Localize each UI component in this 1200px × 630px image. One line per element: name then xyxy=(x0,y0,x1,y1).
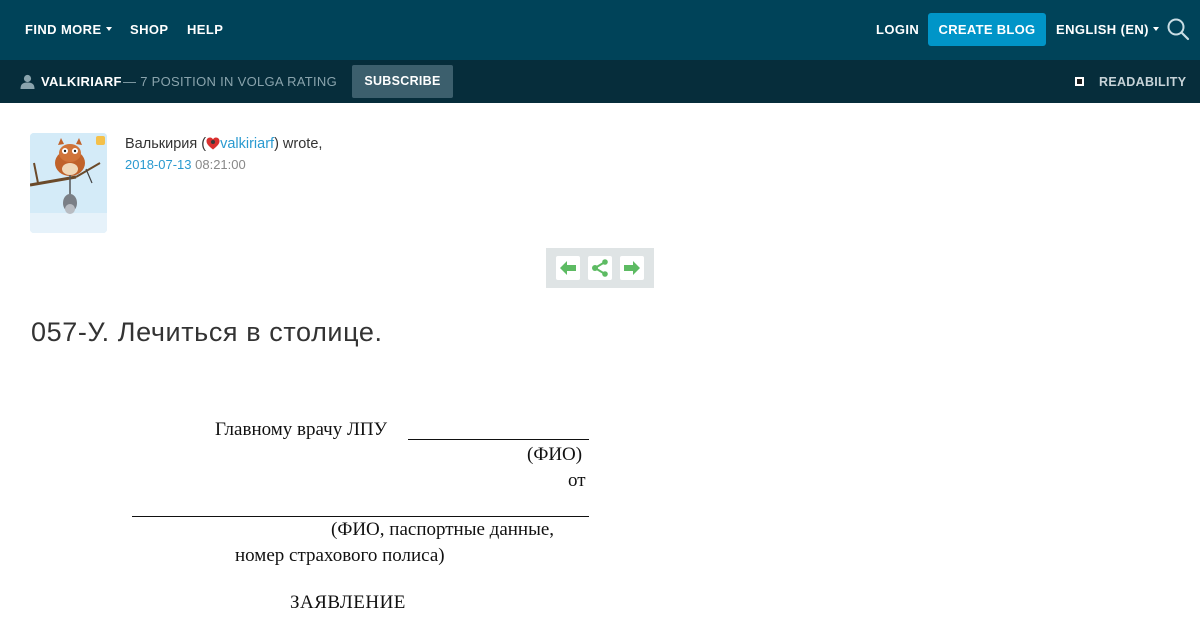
top-navigation-bar: FIND MORE SHOP HELP LOGIN CREATE BLOG EN… xyxy=(0,0,1200,60)
arrow-left-icon xyxy=(560,261,576,275)
login-link[interactable]: LOGIN xyxy=(876,22,919,38)
document-line-head: Главному врачу ЛПУ xyxy=(215,419,388,440)
document-heading: ЗАЯВЛЕНИЕ xyxy=(290,592,406,613)
language-label: ENGLISH (EN) xyxy=(1056,22,1149,37)
document-line-ot: от xyxy=(568,470,586,491)
share-button[interactable] xyxy=(588,256,612,280)
author-name: Валькирия ( xyxy=(125,136,207,152)
language-selector[interactable]: ENGLISH (EN) xyxy=(1056,22,1159,38)
readability-checkbox[interactable] xyxy=(1075,77,1084,86)
author-avatar[interactable] xyxy=(30,133,107,233)
heart-user-icon[interactable] xyxy=(206,137,220,150)
journal-rating[interactable]: — 7 POSITION IN VOLGA RATING xyxy=(123,74,337,90)
document-image: Главному врачу ЛПУ (ФИО) от (ФИО, паспор… xyxy=(0,400,700,630)
post-date-link[interactable]: 2018-07-13 xyxy=(125,157,192,172)
readability-label[interactable]: READABILITY xyxy=(1099,74,1186,90)
shop-link[interactable]: SHOP xyxy=(130,22,168,38)
chevron-down-icon xyxy=(105,26,112,31)
arrow-right-icon xyxy=(624,261,640,275)
author-suffix: ) wrote, xyxy=(274,136,323,152)
chevron-down-icon xyxy=(1152,26,1159,31)
find-more-menu[interactable]: FIND MORE xyxy=(25,22,112,38)
post-time: 08:21:00 xyxy=(195,157,246,172)
create-blog-button[interactable]: CREATE BLOG xyxy=(928,13,1046,46)
author-handle-link[interactable]: valkiriarf xyxy=(220,136,274,152)
entry-navigation xyxy=(546,248,654,288)
help-link[interactable]: HELP xyxy=(187,22,223,38)
user-icon xyxy=(20,74,35,89)
author-line: Валькирия ( valkiriarf) wrote, xyxy=(125,135,322,153)
subscribe-button[interactable]: SUBSCRIBE xyxy=(352,65,453,98)
share-icon xyxy=(592,259,608,277)
document-line-policy: номер страхового полиса) xyxy=(235,545,445,566)
find-more-label: FIND MORE xyxy=(25,22,102,37)
previous-entry-button[interactable] xyxy=(556,256,580,280)
entry-title: 057-У. Лечиться в столице. xyxy=(31,317,383,347)
document-underline xyxy=(408,439,589,440)
avatar-image xyxy=(30,133,107,233)
search-icon[interactable] xyxy=(1166,17,1190,41)
next-entry-button[interactable] xyxy=(620,256,644,280)
journal-bar: VALKIRIARF — 7 POSITION IN VOLGA RATING xyxy=(0,60,1200,103)
document-underline xyxy=(132,516,589,517)
post-timestamp: 2018-07-13 08:21:00 xyxy=(125,157,246,173)
document-line-passport: (ФИО, паспортные данные, xyxy=(331,519,555,540)
journal-username[interactable]: VALKIRIARF xyxy=(41,74,122,90)
document-line-fio: (ФИО) xyxy=(527,444,583,465)
